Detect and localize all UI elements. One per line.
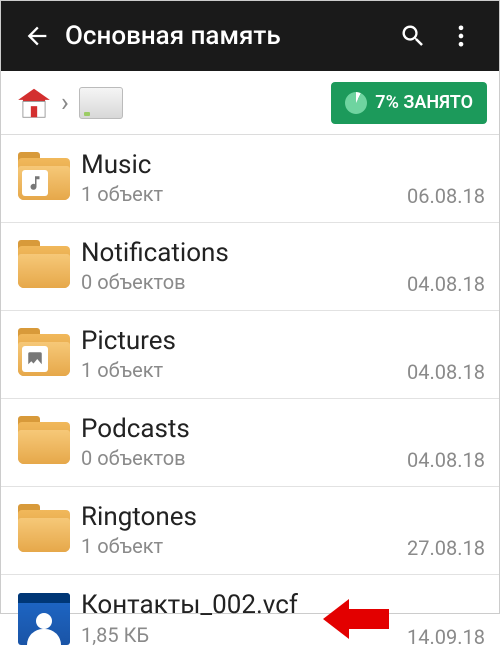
item-date: 27.08.18: [407, 536, 485, 564]
list-item[interactable]: Ringtones 1 объект 27.08.18: [1, 487, 499, 575]
file-list: Music 1 объект 06.08.18 Notifications 0 …: [1, 135, 499, 663]
search-icon: [399, 22, 427, 50]
item-date: 04.08.18: [407, 360, 485, 388]
item-name: Music: [81, 151, 407, 181]
item-date: 04.08.18: [407, 272, 485, 300]
storage-bar: › 7% ЗАНЯТО: [1, 71, 499, 135]
list-item[interactable]: Контакты_002.vcf 1,85 КБ 14.09.18: [1, 575, 499, 663]
more-vert-icon: [447, 22, 475, 50]
item-sub: 1 объект: [81, 358, 407, 382]
list-item[interactable]: Notifications 0 объектов 04.08.18: [1, 223, 499, 311]
annotation-arrow-icon: [323, 599, 389, 639]
item-sub: 1 объект: [81, 534, 407, 558]
list-item[interactable]: Podcasts 0 объектов 04.08.18: [1, 399, 499, 487]
app-bar: Основная память: [1, 1, 499, 71]
storage-usage-badge[interactable]: 7% ЗАНЯТО: [331, 82, 487, 124]
home-icon: [15, 84, 53, 122]
drive-icon: [79, 87, 123, 119]
item-date: 04.08.18: [407, 448, 485, 476]
item-name: Ringtones: [81, 503, 407, 533]
contacts-file-icon: [13, 593, 75, 645]
item-sub: 0 объектов: [81, 270, 407, 294]
item-sub: 0 объектов: [81, 446, 407, 470]
item-date: 14.09.18: [407, 625, 485, 653]
list-item[interactable]: Music 1 объект 06.08.18: [1, 135, 499, 223]
folder-icon: [13, 158, 75, 200]
pie-icon: [345, 92, 367, 114]
storage-usage-label: 7% ЗАНЯТО: [375, 92, 473, 113]
breadcrumb-drive[interactable]: [79, 87, 331, 119]
item-date: 06.08.18: [407, 184, 485, 212]
item-name: Notifications: [81, 239, 407, 269]
item-sub: 1 объект: [81, 182, 407, 206]
folder-icon: [13, 422, 75, 464]
item-name: Podcasts: [81, 415, 407, 445]
breadcrumb-home[interactable]: [13, 84, 55, 122]
search-button[interactable]: [389, 22, 437, 50]
item-name: Pictures: [81, 327, 407, 357]
breadcrumb-separator: ›: [55, 88, 79, 118]
folder-icon: [13, 334, 75, 376]
list-item[interactable]: Pictures 1 объект 04.08.18: [1, 311, 499, 399]
folder-icon: [13, 246, 75, 288]
overflow-menu-button[interactable]: [437, 22, 485, 50]
back-button[interactable]: [15, 22, 59, 50]
page-title: Основная память: [59, 21, 389, 51]
arrow-back-icon: [23, 22, 51, 50]
folder-icon: [13, 510, 75, 552]
